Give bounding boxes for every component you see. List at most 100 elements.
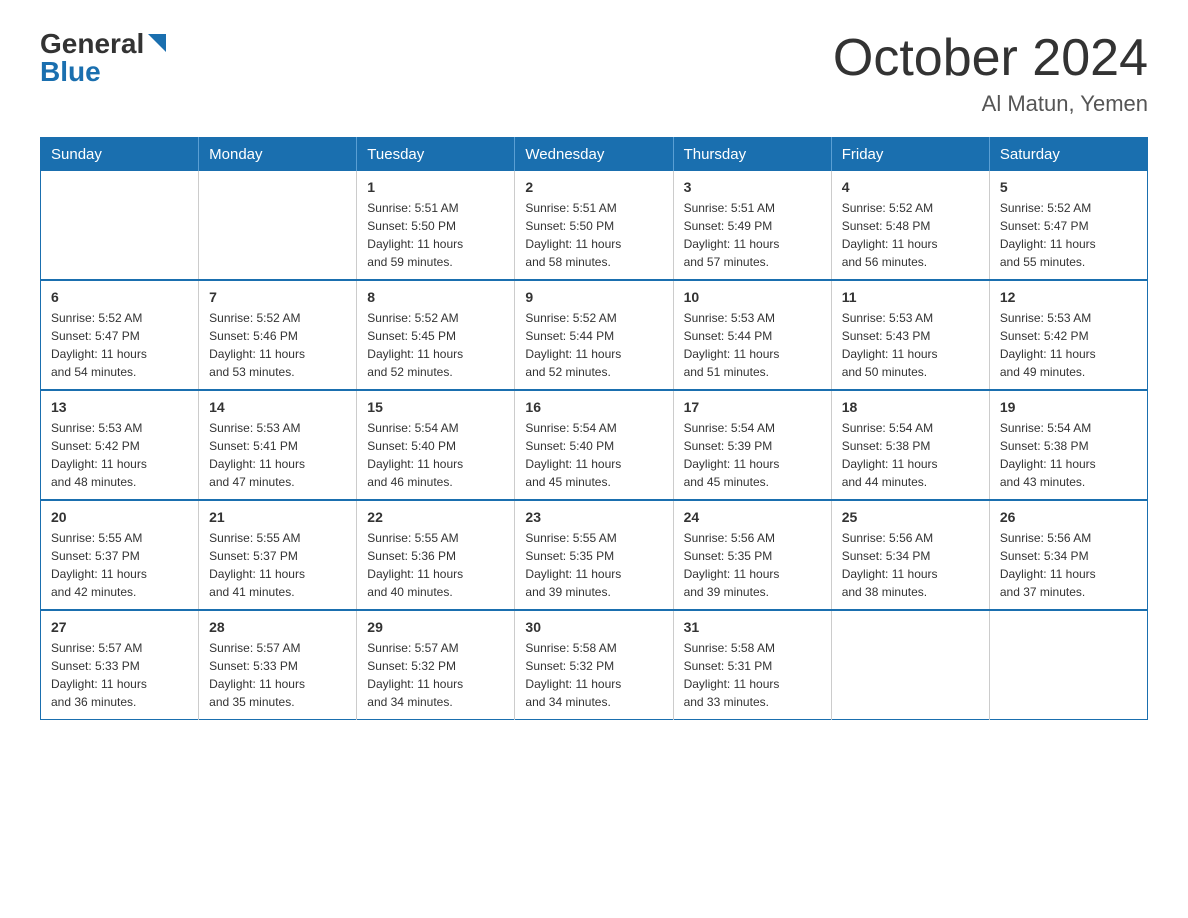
day-info: Sunrise: 5:52 AM Sunset: 5:47 PM Dayligh… <box>1000 199 1137 271</box>
calendar-cell: 3 Sunrise: 5:51 AM Sunset: 5:49 PM Daylig… <box>673 171 831 280</box>
calendar-cell: 18 Sunrise: 5:54 AM Sunset: 5:38 PM Dayli… <box>831 390 989 500</box>
day-number: 29 <box>367 619 504 635</box>
logo-general-text: General <box>40 30 144 58</box>
calendar-cell <box>831 610 989 720</box>
calendar-cell: 15 Sunrise: 5:54 AM Sunset: 5:40 PM Dayli… <box>357 390 515 500</box>
calendar-cell <box>989 610 1147 720</box>
day-number: 8 <box>367 289 504 305</box>
day-number: 9 <box>525 289 662 305</box>
calendar-cell: 30 Sunrise: 5:58 AM Sunset: 5:32 PM Dayli… <box>515 610 673 720</box>
day-number: 15 <box>367 399 504 415</box>
calendar-header-tuesday: Tuesday <box>357 138 515 172</box>
day-number: 22 <box>367 509 504 525</box>
day-info: Sunrise: 5:55 AM Sunset: 5:37 PM Dayligh… <box>209 529 346 601</box>
calendar-cell: 11 Sunrise: 5:53 AM Sunset: 5:43 PM Dayli… <box>831 280 989 390</box>
day-info: Sunrise: 5:54 AM Sunset: 5:39 PM Dayligh… <box>684 419 821 491</box>
calendar-table: SundayMondayTuesdayWednesdayThursdayFrid… <box>40 137 1148 720</box>
calendar-cell: 4 Sunrise: 5:52 AM Sunset: 5:48 PM Daylig… <box>831 171 989 280</box>
day-info: Sunrise: 5:56 AM Sunset: 5:35 PM Dayligh… <box>684 529 821 601</box>
day-number: 13 <box>51 399 188 415</box>
day-info: Sunrise: 5:57 AM Sunset: 5:32 PM Dayligh… <box>367 639 504 711</box>
calendar-cell: 31Sunrise: 5:58 AM Sunset: 5:31 PM Dayli… <box>673 610 831 720</box>
calendar-cell: 12 Sunrise: 5:53 AM Sunset: 5:42 PM Dayli… <box>989 280 1147 390</box>
day-info: Sunrise: 5:52 AM Sunset: 5:48 PM Dayligh… <box>842 199 979 271</box>
day-number: 25 <box>842 509 979 525</box>
calendar-cell: 17 Sunrise: 5:54 AM Sunset: 5:39 PM Dayli… <box>673 390 831 500</box>
calendar-cell: 5 Sunrise: 5:52 AM Sunset: 5:47 PM Daylig… <box>989 171 1147 280</box>
calendar-week-row: 1 Sunrise: 5:51 AM Sunset: 5:50 PM Daylig… <box>41 171 1148 280</box>
day-info: Sunrise: 5:52 AM Sunset: 5:47 PM Dayligh… <box>51 309 188 381</box>
location: Al Matun, Yemen <box>833 91 1148 117</box>
day-number: 1 <box>367 179 504 195</box>
day-info: Sunrise: 5:53 AM Sunset: 5:42 PM Dayligh… <box>1000 309 1137 381</box>
day-info: Sunrise: 5:53 AM Sunset: 5:43 PM Dayligh… <box>842 309 979 381</box>
day-number: 5 <box>1000 179 1137 195</box>
calendar-cell: 21 Sunrise: 5:55 AM Sunset: 5:37 PM Dayli… <box>199 500 357 610</box>
day-number: 3 <box>684 179 821 195</box>
day-number: 12 <box>1000 289 1137 305</box>
day-info: Sunrise: 5:54 AM Sunset: 5:40 PM Dayligh… <box>367 419 504 491</box>
day-info: Sunrise: 5:58 AM Sunset: 5:32 PM Dayligh… <box>525 639 662 711</box>
calendar-week-row: 13 Sunrise: 5:53 AM Sunset: 5:42 PM Dayli… <box>41 390 1148 500</box>
day-info: Sunrise: 5:53 AM Sunset: 5:42 PM Dayligh… <box>51 419 188 491</box>
day-number: 26 <box>1000 509 1137 525</box>
calendar-cell: 14Sunrise: 5:53 AM Sunset: 5:41 PM Dayli… <box>199 390 357 500</box>
day-info: Sunrise: 5:51 AM Sunset: 5:49 PM Dayligh… <box>684 199 821 271</box>
calendar-header-saturday: Saturday <box>989 138 1147 172</box>
calendar-cell: 28 Sunrise: 5:57 AM Sunset: 5:33 PM Dayli… <box>199 610 357 720</box>
day-number: 30 <box>525 619 662 635</box>
day-info: Sunrise: 5:56 AM Sunset: 5:34 PM Dayligh… <box>1000 529 1137 601</box>
day-info: Sunrise: 5:55 AM Sunset: 5:35 PM Dayligh… <box>525 529 662 601</box>
calendar-week-row: 20 Sunrise: 5:55 AM Sunset: 5:37 PM Dayli… <box>41 500 1148 610</box>
day-number: 17 <box>684 399 821 415</box>
calendar-cell: 7Sunrise: 5:52 AM Sunset: 5:46 PM Daylig… <box>199 280 357 390</box>
day-number: 20 <box>51 509 188 525</box>
day-info: Sunrise: 5:55 AM Sunset: 5:36 PM Dayligh… <box>367 529 504 601</box>
calendar-week-row: 27 Sunrise: 5:57 AM Sunset: 5:33 PM Dayli… <box>41 610 1148 720</box>
day-number: 4 <box>842 179 979 195</box>
calendar-cell: 1 Sunrise: 5:51 AM Sunset: 5:50 PM Daylig… <box>357 171 515 280</box>
day-info: Sunrise: 5:56 AM Sunset: 5:34 PM Dayligh… <box>842 529 979 601</box>
calendar-header-thursday: Thursday <box>673 138 831 172</box>
day-info: Sunrise: 5:54 AM Sunset: 5:40 PM Dayligh… <box>525 419 662 491</box>
day-number: 16 <box>525 399 662 415</box>
calendar-header-monday: Monday <box>199 138 357 172</box>
calendar-cell: 23Sunrise: 5:55 AM Sunset: 5:35 PM Dayli… <box>515 500 673 610</box>
logo: General Blue <box>40 30 166 86</box>
day-info: Sunrise: 5:51 AM Sunset: 5:50 PM Dayligh… <box>367 199 504 271</box>
logo-arrow-icon <box>148 34 166 52</box>
calendar-header-sunday: Sunday <box>41 138 199 172</box>
day-number: 27 <box>51 619 188 635</box>
day-number: 28 <box>209 619 346 635</box>
day-number: 10 <box>684 289 821 305</box>
day-number: 21 <box>209 509 346 525</box>
calendar-cell: 19Sunrise: 5:54 AM Sunset: 5:38 PM Dayli… <box>989 390 1147 500</box>
calendar-cell: 25 Sunrise: 5:56 AM Sunset: 5:34 PM Dayli… <box>831 500 989 610</box>
day-info: Sunrise: 5:54 AM Sunset: 5:38 PM Dayligh… <box>1000 419 1137 491</box>
calendar-cell: 9 Sunrise: 5:52 AM Sunset: 5:44 PM Daylig… <box>515 280 673 390</box>
title-block: October 2024 Al Matun, Yemen <box>833 30 1148 117</box>
calendar-cell: 13 Sunrise: 5:53 AM Sunset: 5:42 PM Dayli… <box>41 390 199 500</box>
day-info: Sunrise: 5:54 AM Sunset: 5:38 PM Dayligh… <box>842 419 979 491</box>
day-number: 14 <box>209 399 346 415</box>
calendar-cell: 10Sunrise: 5:53 AM Sunset: 5:44 PM Dayli… <box>673 280 831 390</box>
day-info: Sunrise: 5:52 AM Sunset: 5:44 PM Dayligh… <box>525 309 662 381</box>
calendar-cell <box>41 171 199 280</box>
day-number: 11 <box>842 289 979 305</box>
calendar-cell: 29 Sunrise: 5:57 AM Sunset: 5:32 PM Dayli… <box>357 610 515 720</box>
calendar-header-friday: Friday <box>831 138 989 172</box>
calendar-cell: 16 Sunrise: 5:54 AM Sunset: 5:40 PM Dayli… <box>515 390 673 500</box>
calendar-cell: 27Sunrise: 5:57 AM Sunset: 5:33 PM Dayli… <box>41 610 199 720</box>
day-number: 18 <box>842 399 979 415</box>
calendar-week-row: 6 Sunrise: 5:52 AM Sunset: 5:47 PM Daylig… <box>41 280 1148 390</box>
calendar-cell: 26 Sunrise: 5:56 AM Sunset: 5:34 PM Dayli… <box>989 500 1147 610</box>
day-number: 31 <box>684 619 821 635</box>
day-number: 2 <box>525 179 662 195</box>
day-info: Sunrise: 5:57 AM Sunset: 5:33 PM Dayligh… <box>209 639 346 711</box>
day-number: 6 <box>51 289 188 305</box>
day-info: Sunrise: 5:51 AM Sunset: 5:50 PM Dayligh… <box>525 199 662 271</box>
day-info: Sunrise: 5:52 AM Sunset: 5:45 PM Dayligh… <box>367 309 504 381</box>
calendar-header-wednesday: Wednesday <box>515 138 673 172</box>
calendar-cell: 20Sunrise: 5:55 AM Sunset: 5:37 PM Dayli… <box>41 500 199 610</box>
calendar-cell <box>199 171 357 280</box>
